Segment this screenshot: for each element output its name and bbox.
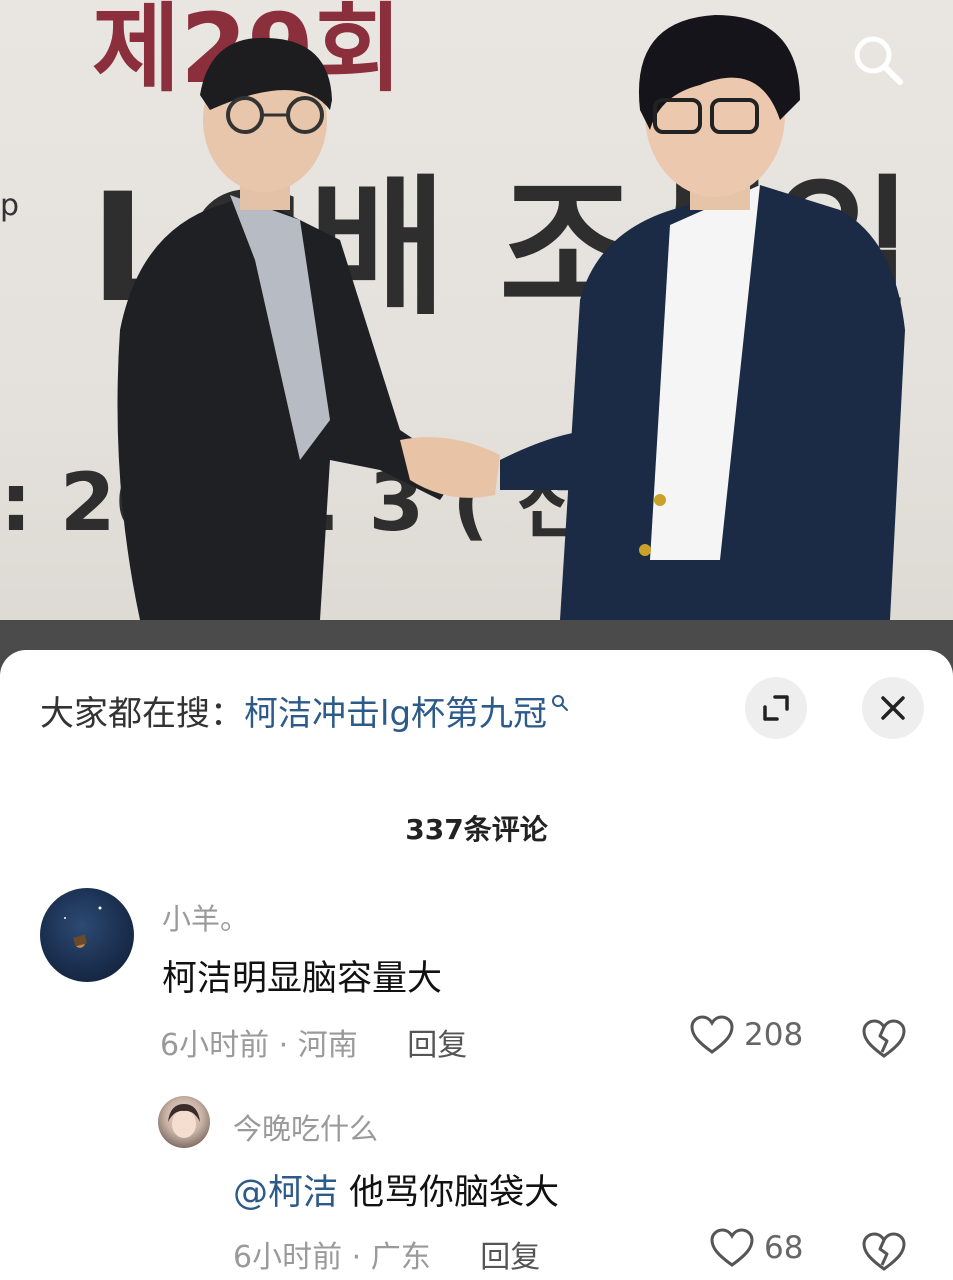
meta-separator: · xyxy=(269,1028,298,1063)
expand-icon xyxy=(763,695,789,721)
comment-location: 广东 xyxy=(370,1240,431,1275)
reply-button[interactable]: 回复 xyxy=(407,1028,467,1063)
small-search-icon xyxy=(552,695,569,711)
hot-search-bar: 大家都在搜： 柯洁冲击lg杯第九冠 xyxy=(40,686,569,735)
dislike-button[interactable] xyxy=(862,1019,906,1063)
avatar-image xyxy=(168,1104,200,1138)
broken-heart-icon xyxy=(862,1019,906,1058)
search-icon xyxy=(854,36,903,85)
hot-search-term-link[interactable]: 柯洁冲击lg杯第九冠 xyxy=(244,686,547,735)
comment-meta: 6小时前 · 广东 回复 xyxy=(233,1232,540,1276)
like-count: 68 xyxy=(764,1230,804,1266)
comment-text: @柯洁 他骂你脑袋大 xyxy=(233,1164,559,1215)
comment-username[interactable]: 今晚吃什么 xyxy=(233,1106,378,1148)
heart-outline-icon xyxy=(710,1228,754,1267)
close-icon xyxy=(881,696,905,720)
like-count: 208 xyxy=(744,1017,804,1053)
meta-separator: · xyxy=(342,1240,371,1275)
like-button[interactable]: 208 xyxy=(690,1015,803,1055)
comment-meta: 6小时前 · 河南 回复 xyxy=(160,1020,467,1064)
heart-outline-icon xyxy=(690,1015,734,1054)
avatar-comment-2[interactable] xyxy=(158,1096,210,1148)
expand-button[interactable] xyxy=(745,677,807,739)
avatar-image xyxy=(64,906,102,948)
reply-button[interactable]: 回复 xyxy=(480,1240,540,1275)
article-photo: 제29회 p LG배 조선일 : 202 9. 3 ( 전: xyxy=(0,0,953,680)
photo-scene: 제29회 p LG배 조선일 : 202 9. 3 ( 전: xyxy=(0,0,953,680)
comment-text: 柯洁明显脑容量大 xyxy=(162,959,443,999)
hot-search-prefix: 大家都在搜： xyxy=(40,693,244,734)
backdrop-left-edge-text: p xyxy=(0,188,19,223)
close-button[interactable] xyxy=(862,677,924,739)
like-button[interactable]: 68 xyxy=(710,1228,803,1268)
comments-sheet: 大家都在搜： 柯洁冲击lg杯第九冠 337条评论 小羊。 柯洁明显脑容量大 6小… xyxy=(0,650,953,1280)
avatar-comment-1[interactable] xyxy=(40,888,134,982)
comment-body: 他骂你脑袋大 xyxy=(338,1173,560,1213)
dislike-button[interactable] xyxy=(862,1232,906,1276)
broken-heart-icon xyxy=(862,1232,906,1271)
comment-count-title: 337条评论 xyxy=(405,813,548,846)
mention-link[interactable]: @柯洁 xyxy=(233,1173,338,1213)
comment-username[interactable]: 小羊。 xyxy=(162,896,249,938)
search-button[interactable] xyxy=(848,30,918,100)
comment-time: 6小时前 xyxy=(160,1028,270,1063)
comment-time: 6小时前 xyxy=(233,1240,343,1275)
comment-location: 河南 xyxy=(297,1028,358,1063)
